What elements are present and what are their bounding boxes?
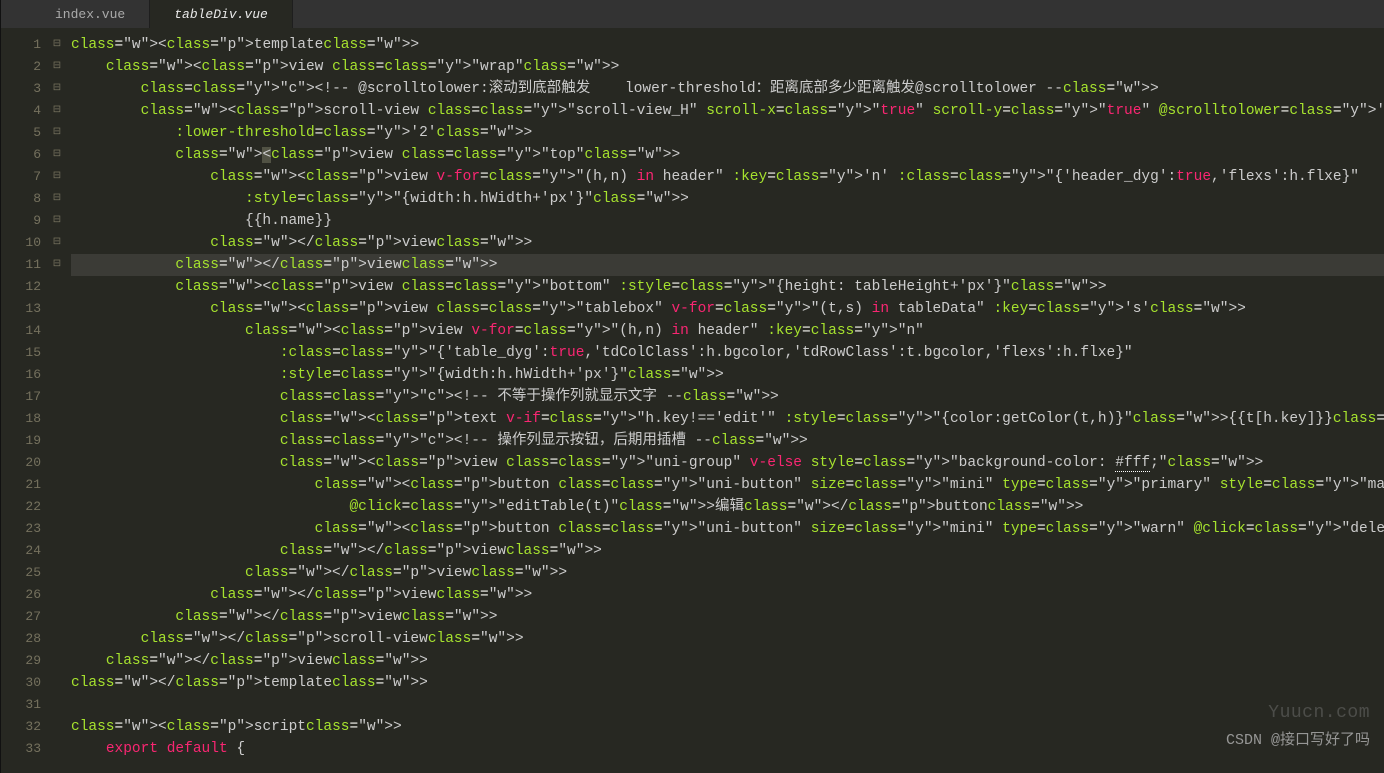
tab-index-vue[interactable]: index.vue [31, 0, 150, 28]
line-number-gutter: 1234567891011121314151617181920212223242… [1, 28, 47, 773]
editor: index.vue tableDiv.vue 12345678910111213… [1, 0, 1384, 773]
code-content[interactable]: class="w"><class="p">templateclass="w">>… [67, 28, 1384, 773]
fold-gutter: ⊟⊟⊟⊟⊟⊟⊟⊟⊟⊟⊟ [47, 28, 67, 773]
tab-tablediv-vue[interactable]: tableDiv.vue [150, 0, 293, 28]
tab-bar: index.vue tableDiv.vue [1, 0, 1384, 28]
